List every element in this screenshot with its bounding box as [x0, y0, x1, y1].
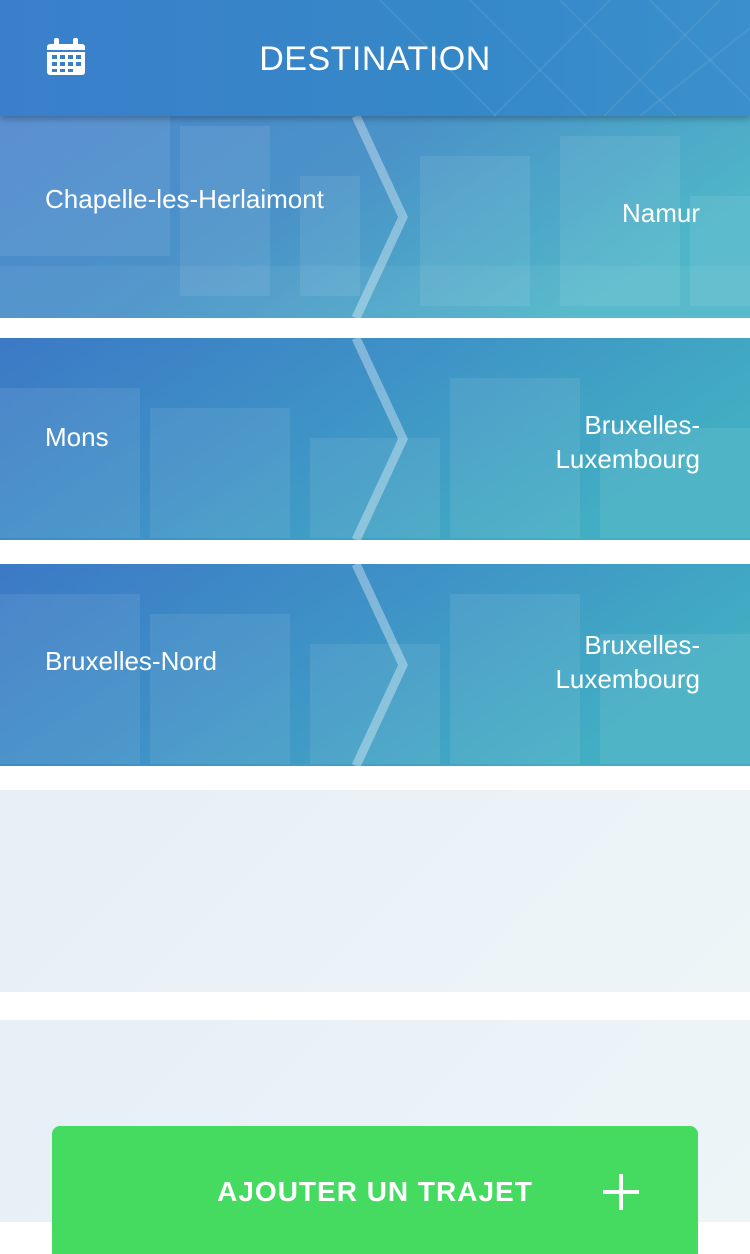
page-title: DESTINATION [259, 40, 491, 78]
route-destination: Bruxelles-Luxembourg [555, 630, 700, 694]
route-destination: Namur [621, 198, 700, 228]
add-route-button[interactable]: AJOUTER UN TRAJET [52, 1126, 698, 1254]
empty-route-slot [0, 790, 750, 992]
route-card[interactable]: Chapelle-les-Herlaimont Namur [0, 116, 750, 318]
header-bar: DESTINATION [0, 0, 750, 116]
plus-icon [603, 1174, 639, 1210]
route-arrow-icon [351, 564, 408, 766]
route-origin: Bruxelles-Nord [45, 646, 217, 676]
route-card[interactable]: Bruxelles-Nord Bruxelles-Luxembourg [0, 564, 750, 766]
route-card[interactable]: Mons Bruxelles-Luxembourg [0, 338, 750, 540]
app-screen: DESTINATION Chapelle-les-Herlaimont Namu… [0, 0, 750, 1254]
add-route-label: AJOUTER UN TRAJET [217, 1176, 533, 1207]
route-arrow-icon [351, 116, 408, 318]
route-origin: Chapelle-les-Herlaimont [45, 184, 324, 214]
route-destination: Bruxelles-Luxembourg [555, 410, 700, 474]
route-origin: Mons [45, 422, 109, 452]
route-arrow-icon [351, 338, 408, 540]
